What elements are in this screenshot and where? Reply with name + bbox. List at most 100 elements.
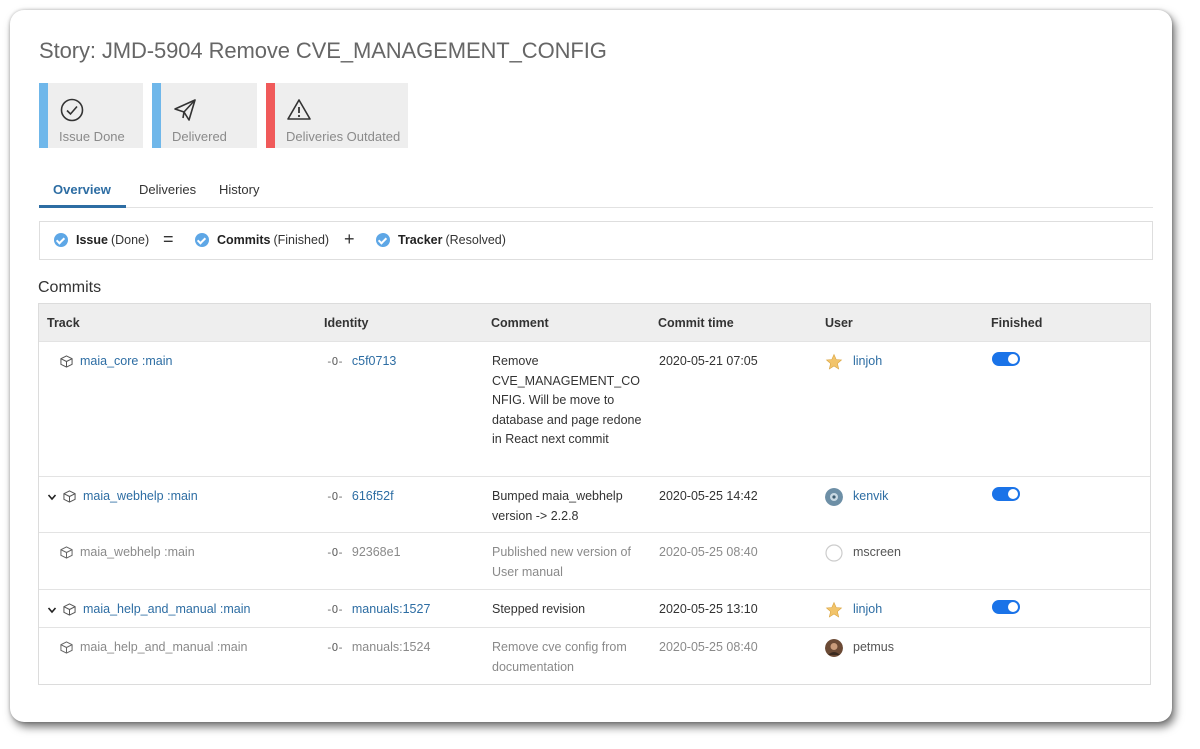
commit-hash: 92368e1: [351, 545, 401, 559]
story-card: Story: JMD-5904 Remove CVE_MANAGEMENT_CO…: [10, 10, 1172, 722]
commit-icon: -O-: [326, 546, 344, 559]
badge-color-bar: [39, 83, 48, 148]
badge-issue-done[interactable]: Issue Done: [39, 83, 143, 148]
comment-cell: Remove cve config from documentation: [492, 640, 627, 674]
tab-overview[interactable]: Overview: [53, 182, 111, 205]
branch-name: :main: [164, 545, 195, 559]
page-title: Story: JMD-5904 Remove CVE_MANAGEMENT_CO…: [39, 38, 607, 63]
comment-cell: Remove CVE_MANAGEMENT_CO NFIG. Will be m…: [492, 354, 642, 446]
column-header-identity[interactable]: Identity: [324, 316, 368, 330]
status-tracker-state: (Resolved): [445, 233, 506, 247]
status-commits-name: Commits: [217, 233, 271, 247]
active-tab-indicator: [39, 205, 126, 208]
table-row: maia_webhelp :main -O- 92368e1 Published…: [39, 532, 1150, 589]
identity-cell: -O- 616f52f: [326, 487, 394, 507]
user-cell: petmus: [825, 638, 894, 658]
badge-label: Deliveries Outdated: [286, 129, 401, 144]
table-header: Track Identity Comment Commit time User …: [39, 303, 1150, 341]
status-issue-name: Issue: [76, 233, 108, 247]
status-tracker-name: Tracker: [398, 233, 443, 247]
package-icon: [60, 546, 73, 559]
chevron-down-icon[interactable]: [47, 605, 57, 615]
commit-time-cell: 2020-05-21 07:05: [659, 354, 758, 368]
track-name: maia_webhelp: [80, 545, 161, 559]
default-avatar-icon: [825, 544, 843, 562]
commit-time-cell: 2020-05-25 14:42: [659, 489, 758, 503]
track-cell: maia_core :main: [60, 352, 172, 372]
branch-link[interactable]: :main: [142, 352, 173, 372]
comment-cell: Published new version of User manual: [492, 545, 631, 579]
user-link[interactable]: linjoh: [853, 352, 882, 372]
branch-name: :main: [216, 640, 248, 654]
table-row: maia_help_and_manual :main -O- manuals:1…: [39, 627, 1150, 684]
identity-cell: -O- c5f0713: [326, 352, 396, 372]
comment-cell: Stepped revision: [492, 602, 586, 616]
check-icon: [54, 233, 68, 247]
commit-icon: -O-: [326, 490, 344, 503]
star-avatar-icon: [825, 600, 843, 619]
track-name: maia_help_and_manual: [80, 640, 214, 654]
check-icon: [195, 233, 209, 247]
badge-color-bar: [266, 83, 275, 148]
photo-avatar-icon: [825, 638, 843, 657]
track-link[interactable]: maia_help_and_manual: [83, 600, 216, 620]
commit-hash-link[interactable]: 616f52f: [352, 487, 394, 507]
track-cell: maia_help_and_manual :main: [47, 600, 251, 620]
user-cell: linjoh: [825, 352, 882, 372]
package-icon: [60, 355, 73, 368]
commit-icon: -O-: [326, 355, 344, 368]
avatar-icon: [825, 487, 843, 506]
column-header-finished[interactable]: Finished: [991, 316, 1042, 330]
commit-time-cell: 2020-05-25 08:40: [659, 545, 758, 559]
table-row: maia_webhelp :main -O- 616f52f Bumped ma…: [39, 476, 1150, 532]
track-cell: maia_help_and_manual :main: [60, 638, 248, 658]
track-link[interactable]: maia_webhelp: [83, 487, 164, 507]
identity-cell: -O- 92368e1: [326, 543, 401, 563]
status-issue: Issue (Done): [54, 233, 149, 247]
status-summary: Issue (Done) = Commits (Finished) + Trac…: [39, 221, 1153, 260]
commit-hash-link[interactable]: c5f0713: [352, 352, 396, 372]
finished-toggle[interactable]: [992, 600, 1020, 614]
commit-hash-link[interactable]: manuals:1527: [352, 600, 431, 620]
finished-toggle[interactable]: [992, 487, 1020, 501]
check-circle-icon: [60, 98, 84, 122]
commits-section-title: Commits: [38, 279, 102, 296]
plus-sign: +: [344, 229, 355, 249]
tab-history[interactable]: History: [219, 182, 259, 205]
table-row: maia_core :main -O- c5f0713 Remove CVE_M…: [39, 341, 1150, 476]
branch-link[interactable]: :main: [220, 600, 251, 620]
comment-cell: Bumped maia_webhelp version -> 2.2.8: [492, 489, 623, 523]
star-avatar-icon: [825, 352, 843, 371]
commit-icon: -O-: [326, 603, 344, 616]
identity-cell: -O- manuals:1527: [326, 600, 430, 620]
track-link[interactable]: maia_core: [80, 352, 138, 372]
user-name: mscreen: [853, 545, 901, 559]
package-icon: [63, 490, 76, 503]
chevron-down-icon[interactable]: [47, 492, 57, 502]
tab-deliveries[interactable]: Deliveries: [139, 182, 196, 205]
badge-deliveries-outdated[interactable]: Deliveries Outdated: [266, 83, 408, 148]
commit-time-cell: 2020-05-25 08:40: [659, 640, 758, 654]
commits-table: Track Identity Comment Commit time User …: [38, 303, 1151, 685]
track-cell: maia_webhelp :main: [60, 543, 195, 563]
equals-sign: =: [163, 229, 174, 249]
user-link[interactable]: kenvik: [853, 487, 888, 507]
branch-link[interactable]: :main: [167, 487, 198, 507]
warning-icon: [287, 99, 311, 120]
status-commits-state: (Finished): [273, 233, 330, 247]
badge-label: Issue Done: [59, 129, 125, 144]
track-cell: maia_webhelp :main: [47, 487, 198, 507]
badge-delivered[interactable]: Delivered: [152, 83, 257, 148]
status-issue-state: (Done): [110, 233, 150, 247]
user-name: petmus: [853, 640, 894, 654]
column-header-comment[interactable]: Comment: [491, 316, 549, 330]
column-header-commit-time[interactable]: Commit time: [658, 316, 734, 330]
identity-cell: -O- manuals:1524: [326, 638, 430, 658]
column-header-user[interactable]: User: [825, 316, 853, 330]
column-header-track[interactable]: Track: [47, 316, 80, 330]
user-cell: mscreen: [825, 543, 901, 563]
user-link[interactable]: linjoh: [853, 600, 882, 620]
badge-label: Delivered: [172, 129, 227, 144]
finished-toggle[interactable]: [992, 352, 1020, 366]
status-commits: Commits (Finished): [195, 233, 329, 247]
